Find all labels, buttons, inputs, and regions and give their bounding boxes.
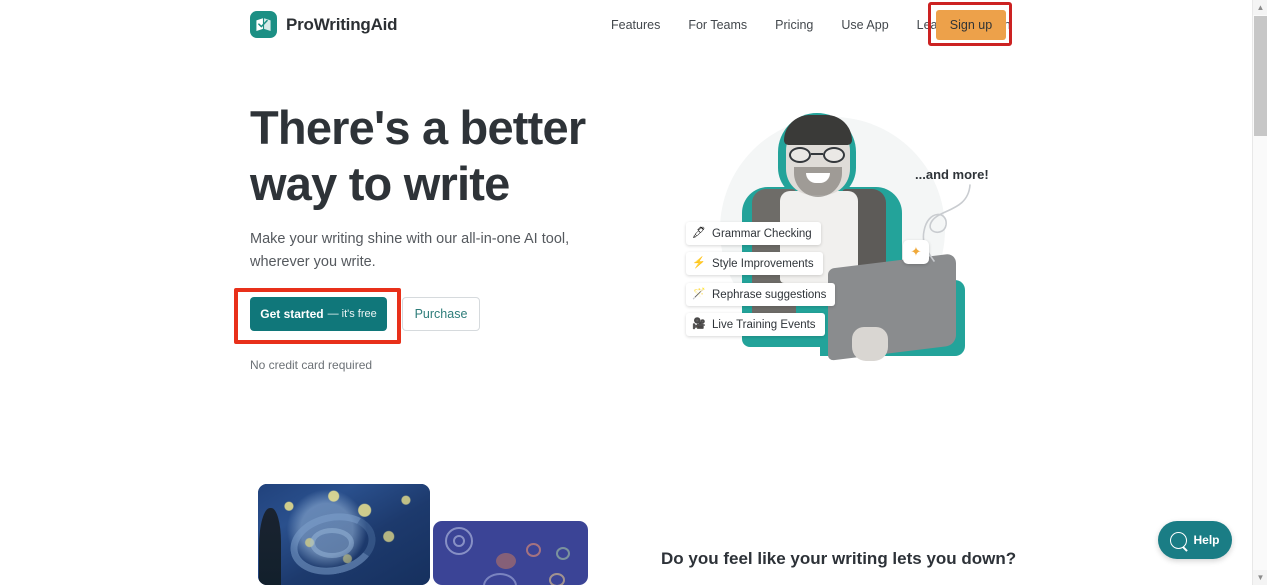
feature-card-rephrase-suggestions: 🪄 Rephrase suggestions bbox=[686, 283, 836, 306]
get-started-button[interactable]: Get started — it's free bbox=[250, 297, 387, 331]
person-hand bbox=[852, 327, 888, 361]
brand-name: ProWritingAid bbox=[286, 14, 398, 34]
feature-card-label: Live Training Events bbox=[712, 318, 816, 331]
book-checkmark-icon bbox=[250, 11, 277, 38]
feature-card-label: Rephrase suggestions bbox=[712, 288, 827, 301]
hero-title: There's a better way to write bbox=[250, 101, 586, 210]
brand-logo[interactable]: ProWritingAid bbox=[250, 11, 398, 38]
starry-night-image bbox=[258, 484, 430, 585]
feature-card-label: Grammar Checking bbox=[712, 227, 812, 240]
pen-icon: 🖋 bbox=[692, 227, 706, 239]
lower-section-heading: Do you feel like your writing lets you d… bbox=[661, 549, 1017, 568]
laptop bbox=[828, 253, 956, 361]
nav-link-pricing[interactable]: Pricing bbox=[761, 18, 827, 32]
feature-card-live-training-events: 🎥 Live Training Events bbox=[686, 313, 825, 336]
scroll-up-arrow-icon[interactable]: ▲ bbox=[1253, 0, 1267, 15]
help-widget-label: Help bbox=[1193, 533, 1220, 547]
person-hair bbox=[784, 115, 852, 145]
page-root: ProWritingAid Features For Teams Pricing… bbox=[0, 0, 1267, 585]
help-chat-icon bbox=[1170, 531, 1188, 549]
scrollbar-thumb[interactable] bbox=[1254, 16, 1267, 136]
site-header: ProWritingAid Features For Teams Pricing… bbox=[0, 0, 1252, 50]
no-credit-card-note: No credit card required bbox=[250, 358, 373, 372]
feature-card-style-improvements: ⚡ Style Improvements bbox=[686, 252, 823, 275]
purchase-button[interactable]: Purchase bbox=[402, 297, 480, 331]
sparkle-icon: ✦ bbox=[903, 240, 929, 264]
glasses-icon bbox=[788, 147, 848, 163]
nav-link-use-app[interactable]: Use App bbox=[827, 18, 902, 32]
vertical-scrollbar[interactable]: ▲ ▼ bbox=[1252, 0, 1267, 585]
scroll-down-arrow-icon[interactable]: ▼ bbox=[1253, 570, 1267, 585]
magic-wand-icon: 🪄 bbox=[692, 288, 706, 300]
feature-card-label: Style Improvements bbox=[712, 257, 814, 270]
hero-subtitle: Make your writing shine with our all-in-… bbox=[250, 231, 570, 270]
help-widget-button[interactable]: Help bbox=[1158, 521, 1232, 559]
feature-card-grammar-checking: 🖋 Grammar Checking bbox=[686, 222, 821, 245]
and-more-annotation: ...and more! bbox=[915, 167, 989, 182]
sign-up-button[interactable]: Sign up bbox=[936, 10, 1006, 40]
hero-illustration: ...and more! ✦ 🖋 Grammar Checking ⚡ Styl… bbox=[660, 105, 1005, 380]
lightning-bolt-icon: ⚡ bbox=[692, 257, 706, 269]
nav-link-for-teams[interactable]: For Teams bbox=[674, 18, 761, 32]
signup-highlight-annotation: Sign up bbox=[928, 2, 1012, 46]
video-camera-icon: 🎥 bbox=[692, 318, 706, 330]
get-started-free-suffix: — it's free bbox=[327, 308, 377, 320]
get-started-label: Get started bbox=[260, 307, 324, 321]
nav-link-features[interactable]: Features bbox=[597, 18, 674, 32]
flat-blue-starry-card bbox=[433, 521, 588, 585]
